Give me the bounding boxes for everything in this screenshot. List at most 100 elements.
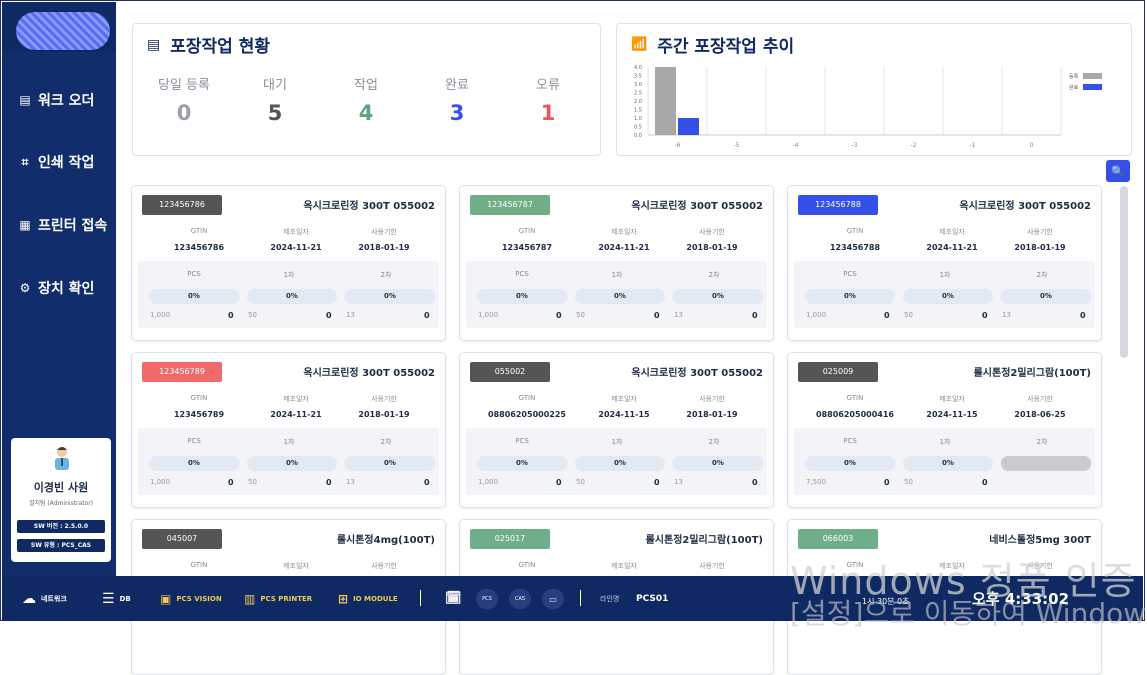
first-total: 50 [248, 478, 257, 486]
legend-swatch [1083, 73, 1102, 79]
order-code-badge: 025009 [798, 362, 878, 382]
gtin-label: GTIN [518, 561, 536, 569]
x-tick-label: -2 [911, 142, 917, 149]
cas-button[interactable]: CAS [509, 589, 531, 609]
exp-value: 2018-01-19 [1014, 243, 1066, 252]
exp-label: 사용기한 [699, 395, 725, 403]
mfg-label: 제조일자 [611, 228, 637, 236]
monitor-button[interactable]: ▭ [542, 589, 564, 609]
gtin-label: GTIN [518, 227, 536, 235]
second-progress: 0% [345, 456, 435, 471]
pcs-printer-status[interactable]: ▥ PCS PRINTER [244, 576, 312, 621]
y-tick-label: 4.0 [634, 65, 642, 71]
second-label: 2차 [708, 271, 720, 279]
product-name: 네비스톨정5mg 300T [989, 535, 1091, 546]
y-tick-label: 3.0 [634, 82, 642, 88]
exp-value: 2018-01-19 [686, 410, 738, 419]
second-label: 2차 [708, 438, 720, 446]
work-order-card[interactable]: 055002 옥시크로린정 300T 055002 GTIN 제조일자 사용기한 0880… [459, 352, 774, 508]
nav-label: 워크 오더 [38, 93, 95, 109]
nav-item-device-check[interactable]: ⚙ 장치 확인 [18, 278, 95, 298]
x-tick-label: 0 [1030, 142, 1034, 149]
first-total: 50 [576, 478, 585, 486]
pcs-progress: 0% [477, 289, 567, 304]
sidebar: ▤ 워크 오더 ⌗ 인쇄 작업 ▦ 프린터 접속 ⚙ 장치 확인 이경빈 사원 … [2, 2, 116, 578]
gtin-label: GTIN [190, 227, 208, 235]
network-status[interactable]: ☁ 네트워크 [22, 576, 67, 621]
exp-value: 2018-01-19 [358, 410, 410, 419]
second-progress: 0% [673, 289, 763, 304]
second-total: 13 [674, 311, 683, 319]
line-label: 라인명 [600, 594, 620, 603]
separator [420, 590, 421, 606]
io-module-status[interactable]: ⊞ IO MODULE [338, 576, 398, 621]
scrollbar[interactable] [1118, 184, 1130, 574]
bar-완료 [678, 118, 699, 135]
first-progress: 0% [247, 289, 337, 304]
monitor-icon: ▭ [549, 594, 557, 604]
first-progress: 0% [575, 289, 665, 304]
work-order-card[interactable]: 123456787 옥시크로린정 300T 055002 GTIN 제조일자 사용기한 1… [459, 185, 774, 341]
mfg-label: 제조일자 [283, 395, 309, 403]
work-order-card[interactable]: 123456789 옥시크로린정 300T 055002 GTIN 제조일자 사용기한 1… [131, 352, 446, 508]
status-panel: ▤ 포장작업 현황 당일 등록 0 대기 5 작업 4 완료 3 오류 1 [132, 23, 601, 156]
order-code-badge: 123456789 [142, 362, 222, 382]
user-role: 설치팀 (Administrator) [28, 500, 94, 507]
product-name: 옥시크로린정 300T 055002 [303, 201, 435, 212]
second-label: 2차 [380, 271, 392, 279]
work-order-card[interactable]: 123456786 옥시크로린정 300T 055002 GTIN 제조일자 사용기한 1… [131, 185, 446, 341]
second-count: 0 [424, 478, 430, 487]
nav-item-print-job[interactable]: ⌗ 인쇄 작업 [18, 152, 95, 172]
bar-등록 [655, 67, 676, 135]
progress-box: PCS 1차 2차 0% 0% 0% 1,000 0 50 0 13 0 [466, 261, 767, 328]
exp-label: 사용기한 [371, 228, 397, 236]
gtin-label: GTIN [846, 394, 864, 402]
status-panel-title: ▤ 포장작업 현황 [147, 36, 270, 58]
x-tick-label: -3 [852, 142, 858, 149]
gtin-value: 08806205000416 [816, 410, 894, 419]
pcs-button[interactable]: PCS [476, 589, 498, 609]
trend-panel: 📶 주간 포장작업 추이 4.0 3.5 3.0 2.5 2.0 1.5 1.0 0.5 0.0… [616, 23, 1132, 156]
y-tick-label: 0.5 [634, 125, 642, 131]
separator [580, 590, 581, 606]
mfg-value: 2024-11-21 [926, 243, 978, 252]
first-count: 0 [982, 478, 988, 487]
pcs-total: 1,000 [478, 478, 499, 486]
chart-icon: 📶 [631, 37, 648, 52]
exp-label: 사용기한 [699, 228, 725, 236]
pcs-vision-status[interactable]: ▣ PCS VISION [160, 576, 222, 621]
grid-icon: ▦ [19, 218, 31, 232]
second-progress: 0% [673, 456, 763, 471]
product-name: 옥시크로린정 300T 055002 [631, 201, 763, 212]
stat-error: 오류 1 [536, 78, 560, 125]
trend-panel-title: 📶 주간 포장작업 추이 [631, 37, 795, 57]
product-name: 옥시크로린정 300T 055002 [303, 368, 435, 379]
y-tick-label: 3.5 [634, 74, 642, 80]
nav-item-printer-connect[interactable]: ▦ 프린터 접속 [18, 215, 107, 235]
gtin-value: 123456787 [501, 243, 553, 252]
second-progress: 0% [345, 289, 435, 304]
mfg-value: 2024-11-15 [926, 410, 978, 419]
calendar-status[interactable]: 🗓 [445, 576, 462, 621]
scroll-thumb[interactable] [1120, 186, 1128, 358]
user-card: 이경빈 사원 설치팀 (Administrator) SW 버전 : 2.5.0… [11, 438, 111, 562]
pcs-count: 0 [884, 478, 890, 487]
order-code-badge: 066003 [798, 529, 878, 549]
product-name: 옥시크로린정 300T 055002 [631, 368, 763, 379]
pcs-count: 0 [556, 311, 562, 320]
db-status[interactable]: ☰ DB [102, 576, 131, 621]
second-total: 13 [346, 478, 355, 486]
y-tick-label: 0.0 [634, 133, 642, 139]
scan-icon: ⌗ [21, 154, 29, 169]
search-button[interactable]: 🔍 [1106, 160, 1130, 182]
legend-label: 등록 [1069, 74, 1079, 80]
calendar-icon: 🗓 [445, 591, 462, 606]
y-tick-label: 1.0 [634, 116, 642, 122]
work-order-card[interactable]: 123456788 옥시크로린정 300T 055002 GTIN 제조일자 사용기한 1… [787, 185, 1102, 341]
exp-label: 사용기한 [1027, 228, 1053, 236]
first-progress: 0% [903, 289, 993, 304]
work-order-card[interactable]: 025009 롤시톤정2밀리그람(100T) GTIN 제조일자 사용기한 0880620… [787, 352, 1102, 508]
second-count: 0 [424, 311, 430, 320]
pcs-label: PCS [187, 437, 201, 445]
nav-item-work-order[interactable]: ▤ 워크 오더 [18, 90, 94, 110]
